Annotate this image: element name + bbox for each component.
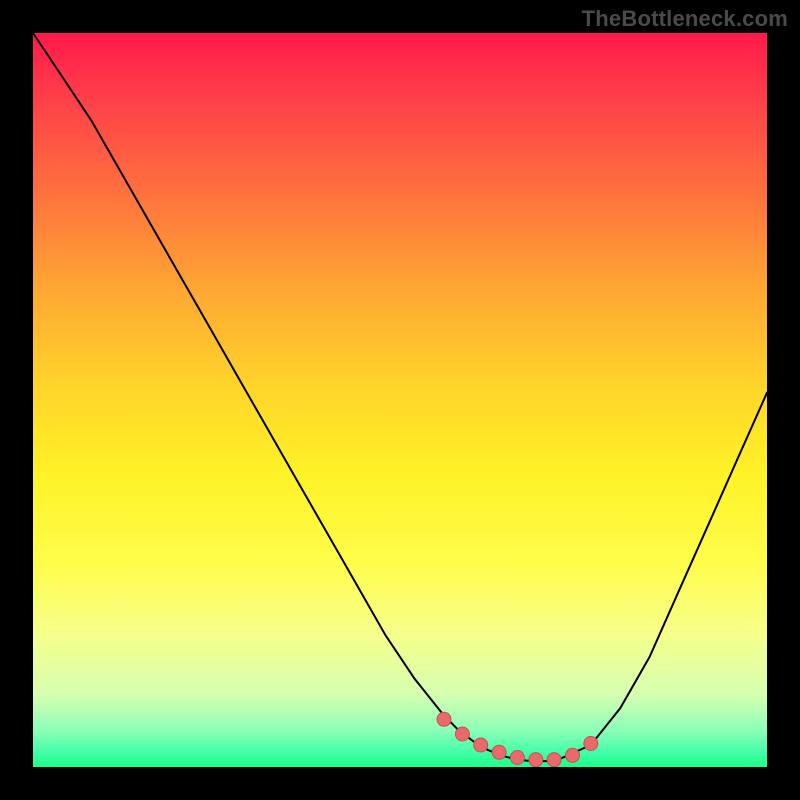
trough-markers: [437, 712, 598, 766]
trough-marker: [474, 738, 488, 752]
trough-marker: [584, 737, 598, 751]
trough-marker: [510, 751, 524, 765]
trough-marker: [566, 748, 580, 762]
trough-marker: [455, 727, 469, 741]
bottleneck-curve: [33, 33, 767, 761]
trough-marker: [547, 753, 561, 767]
trough-marker: [437, 712, 451, 726]
plot-area: [33, 33, 767, 767]
trough-marker: [492, 745, 506, 759]
trough-marker: [529, 753, 543, 767]
watermark-text: TheBottleneck.com: [582, 6, 788, 32]
chart-stage: TheBottleneck.com: [0, 0, 800, 800]
chart-svg: [33, 33, 767, 767]
